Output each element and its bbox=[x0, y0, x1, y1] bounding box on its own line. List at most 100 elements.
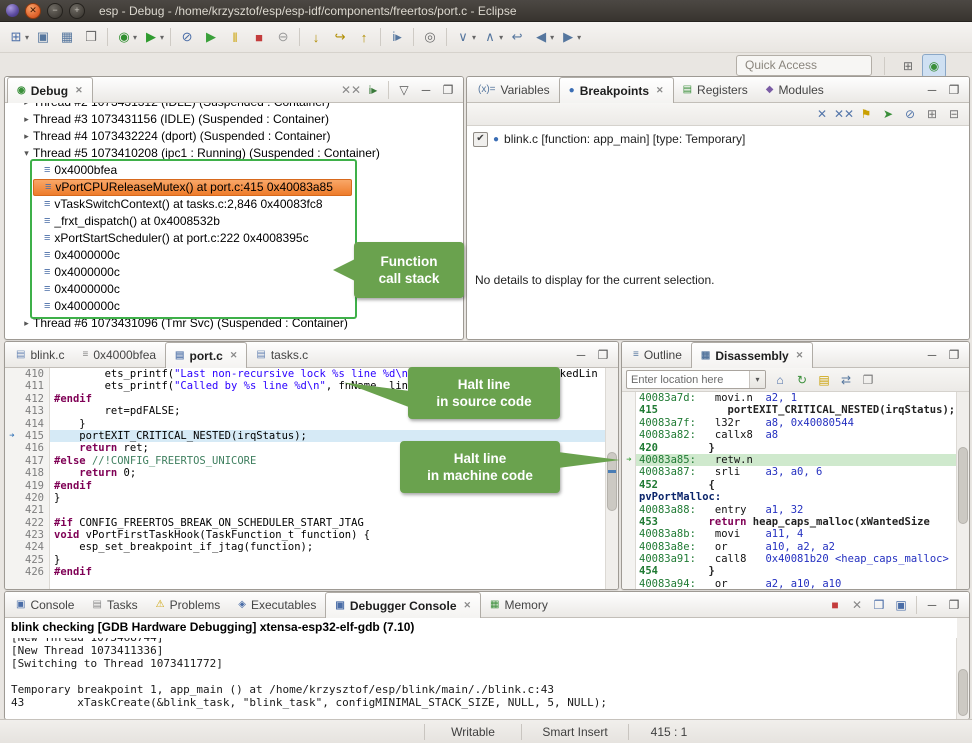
console-output[interactable]: blink checking [GDB Hardware Debugging] … bbox=[5, 618, 957, 719]
location-input[interactable]: Enter location here ▾ bbox=[626, 370, 766, 389]
tab-disassembly[interactable]: ▦Disassembly✕ bbox=[691, 342, 813, 368]
minimize-view-icon[interactable]: ─ bbox=[415, 79, 437, 101]
resume-icon[interactable]: ▶ bbox=[199, 25, 223, 49]
maximize-view-icon[interactable]: ❐ bbox=[943, 344, 965, 366]
clear-console-icon[interactable]: ❒ bbox=[868, 594, 890, 616]
show-breakpoints-for-icon[interactable]: ⚑ bbox=[855, 103, 877, 125]
expander-collapsed-icon[interactable]: ▸ bbox=[20, 128, 33, 145]
connect-process-icon[interactable]: i▸ bbox=[362, 79, 384, 101]
window-maximize-button[interactable]: + bbox=[69, 3, 85, 19]
last-edit-location-icon[interactable]: ↩ bbox=[505, 25, 529, 49]
debug-frame-row[interactable]: ≡_frxt_dispatch() at 0x4008532b bbox=[5, 213, 463, 230]
open-perspective-icon[interactable]: ⊞ bbox=[897, 55, 919, 77]
copy-to-clipboard-icon[interactable]: ❐ bbox=[857, 369, 879, 391]
disassembly-listing[interactable]: 40083a7d: movi.n a2, 1415 portEXIT_CRITI… bbox=[622, 392, 957, 589]
minimize-view-icon[interactable]: ─ bbox=[570, 344, 592, 366]
expander-collapsed-icon[interactable]: ▸ bbox=[20, 103, 33, 111]
tab-tasks-c[interactable]: ▤tasks.c bbox=[247, 342, 317, 367]
tab-debugger-console[interactable]: ▣Debugger Console✕ bbox=[325, 592, 481, 618]
tab-memory[interactable]: ▦Memory bbox=[481, 592, 557, 617]
maximize-view-icon[interactable]: ❐ bbox=[592, 344, 614, 366]
debug-frame-row[interactable]: ≡vTaskSwitchContext() at tasks.c:2,846 0… bbox=[5, 196, 463, 213]
view-menu-icon[interactable]: ▽ bbox=[393, 79, 415, 101]
back-dropdown-icon[interactable]: ▾ bbox=[550, 33, 554, 42]
instruction-stepping-icon[interactable]: i▸ bbox=[385, 25, 409, 49]
terminate-icon[interactable]: ■ bbox=[247, 25, 271, 49]
terminate-console-icon[interactable]: ■ bbox=[824, 594, 846, 616]
breakpoint-checkbox[interactable]: ✔ bbox=[473, 132, 488, 147]
expander-collapsed-icon[interactable]: ▸ bbox=[20, 315, 33, 332]
tab-modules[interactable]: ◆Modules bbox=[757, 77, 833, 102]
skip-all-breakpoints-icon[interactable]: ⊘ bbox=[899, 103, 921, 125]
expand-all-icon[interactable]: ⊞ bbox=[921, 103, 943, 125]
tab-console[interactable]: ▣Console bbox=[7, 592, 83, 617]
save-icon[interactable]: ▣ bbox=[31, 25, 55, 49]
quick-access-input[interactable]: Quick Access bbox=[736, 55, 872, 76]
tab-port-c[interactable]: ▤port.c✕ bbox=[165, 342, 247, 368]
remove-all-breakpoints-icon[interactable]: ✕✕ bbox=[833, 103, 855, 125]
step-over-icon[interactable]: ↪ bbox=[328, 25, 352, 49]
step-into-icon[interactable]: ↓ bbox=[304, 25, 328, 49]
debug-call-stack-tree[interactable]: ▸Thread #2 1073431312 (IDLE) (Suspended … bbox=[5, 103, 463, 339]
debug-frame-row[interactable]: ≡vPortCPUReleaseMutex() at port.c:415 0x… bbox=[33, 179, 352, 196]
debug-frame-row[interactable]: ≡0x4000000c bbox=[5, 298, 463, 315]
tab-blink-c[interactable]: ▤blink.c bbox=[7, 342, 73, 367]
debug-thread-row[interactable]: ▸Thread #3 1073431156 (IDLE) (Suspended … bbox=[5, 111, 463, 128]
sync-selection-icon[interactable]: ⇄ bbox=[835, 369, 857, 391]
expander-expanded-icon[interactable]: ▾ bbox=[20, 145, 33, 162]
maximize-view-icon[interactable]: ❐ bbox=[437, 79, 459, 101]
suspend-icon[interactable]: ‖ bbox=[223, 25, 247, 49]
new-wizard-dropdown-icon[interactable]: ▾ bbox=[25, 33, 29, 42]
remove-breakpoint-icon[interactable]: ✕ bbox=[811, 103, 833, 125]
debug-dropdown-icon[interactable]: ▾ bbox=[133, 33, 137, 42]
close-tab-icon[interactable]: ✕ bbox=[656, 85, 664, 96]
tab-tasks[interactable]: ▤Tasks bbox=[83, 592, 146, 617]
tab-variables[interactable]: (x)=Variables bbox=[469, 77, 559, 102]
debug-frame-row[interactable]: ≡0x4000bfea bbox=[5, 162, 463, 179]
pin-console-icon[interactable]: ▣ bbox=[890, 594, 912, 616]
close-tab-icon[interactable]: ✕ bbox=[796, 350, 804, 361]
previous-annotation-dropdown-icon[interactable]: ▾ bbox=[499, 33, 503, 42]
minimize-view-icon[interactable]: ─ bbox=[921, 594, 943, 616]
save-all-icon[interactable]: ▦ bbox=[55, 25, 79, 49]
remove-all-terminated-icon[interactable]: ✕✕ bbox=[340, 79, 362, 101]
run-dropdown-icon[interactable]: ▾ bbox=[160, 33, 164, 42]
go-to-file-for-breakpoint-icon[interactable]: ➤ bbox=[877, 103, 899, 125]
disassembly-scrollbar[interactable] bbox=[956, 392, 969, 589]
forward-dropdown-icon[interactable]: ▾ bbox=[577, 33, 581, 42]
breakpoint-item[interactable]: ✔ ● blink.c [function: app_main] [type: … bbox=[467, 126, 969, 149]
maximize-view-icon[interactable]: ❐ bbox=[943, 594, 965, 616]
debug-thread-row[interactable]: ▾Thread #5 1073410208 (ipc1 : Running) (… bbox=[5, 145, 463, 162]
skip-breakpoints-icon[interactable]: ⊘ bbox=[175, 25, 199, 49]
search-icon[interactable]: ◎ bbox=[418, 25, 442, 49]
print-icon[interactable]: ❒ bbox=[79, 25, 103, 49]
tab-executables[interactable]: ◈Executables bbox=[229, 592, 325, 617]
refresh-icon[interactable]: ↻ bbox=[791, 369, 813, 391]
debug-thread-row[interactable]: ▸Thread #2 1073431312 (IDLE) (Suspended … bbox=[5, 103, 463, 111]
tab-problems[interactable]: ⚠Problems bbox=[147, 592, 230, 617]
tab-breakpoints[interactable]: ●Breakpoints✕ bbox=[559, 77, 674, 103]
console-scrollbar-thumb[interactable] bbox=[958, 669, 968, 716]
next-annotation-dropdown-icon[interactable]: ▾ bbox=[472, 33, 476, 42]
remove-launch-icon[interactable]: ✕ bbox=[846, 594, 868, 616]
tab-0x4000bfea[interactable]: ≡0x4000bfea bbox=[73, 342, 165, 367]
disassembly-scrollbar-thumb[interactable] bbox=[958, 447, 968, 524]
window-close-button[interactable]: ✕ bbox=[25, 3, 41, 19]
disconnect-icon[interactable]: ⊖ bbox=[271, 25, 295, 49]
show-source-icon[interactable]: ▤ bbox=[813, 369, 835, 391]
debug-thread-row[interactable]: ▸Thread #4 1073432224 (dport) (Suspended… bbox=[5, 128, 463, 145]
console-scrollbar[interactable] bbox=[956, 618, 969, 719]
debug-perspective-icon[interactable]: ◉ bbox=[922, 54, 946, 78]
tab-outline[interactable]: ≡Outline bbox=[624, 342, 691, 367]
debug-thread-row[interactable]: ▸Thread #6 1073431096 (Tmr Svc) (Suspend… bbox=[5, 315, 463, 332]
editor-scrollbar[interactable] bbox=[605, 368, 618, 589]
close-tab-icon[interactable]: ✕ bbox=[75, 85, 83, 96]
tab-debug[interactable]: ◉Debug✕ bbox=[7, 77, 93, 103]
home-icon[interactable]: ⌂ bbox=[769, 369, 791, 391]
close-tab-icon[interactable]: ✕ bbox=[230, 350, 238, 361]
maximize-view-icon[interactable]: ❐ bbox=[943, 79, 965, 101]
tab-registers[interactable]: ▤Registers bbox=[674, 77, 757, 102]
collapse-all-icon[interactable]: ⊟ bbox=[943, 103, 965, 125]
window-minimize-button[interactable]: − bbox=[47, 3, 63, 19]
breakpoints-list[interactable]: ✔ ● blink.c [function: app_main] [type: … bbox=[467, 126, 969, 339]
